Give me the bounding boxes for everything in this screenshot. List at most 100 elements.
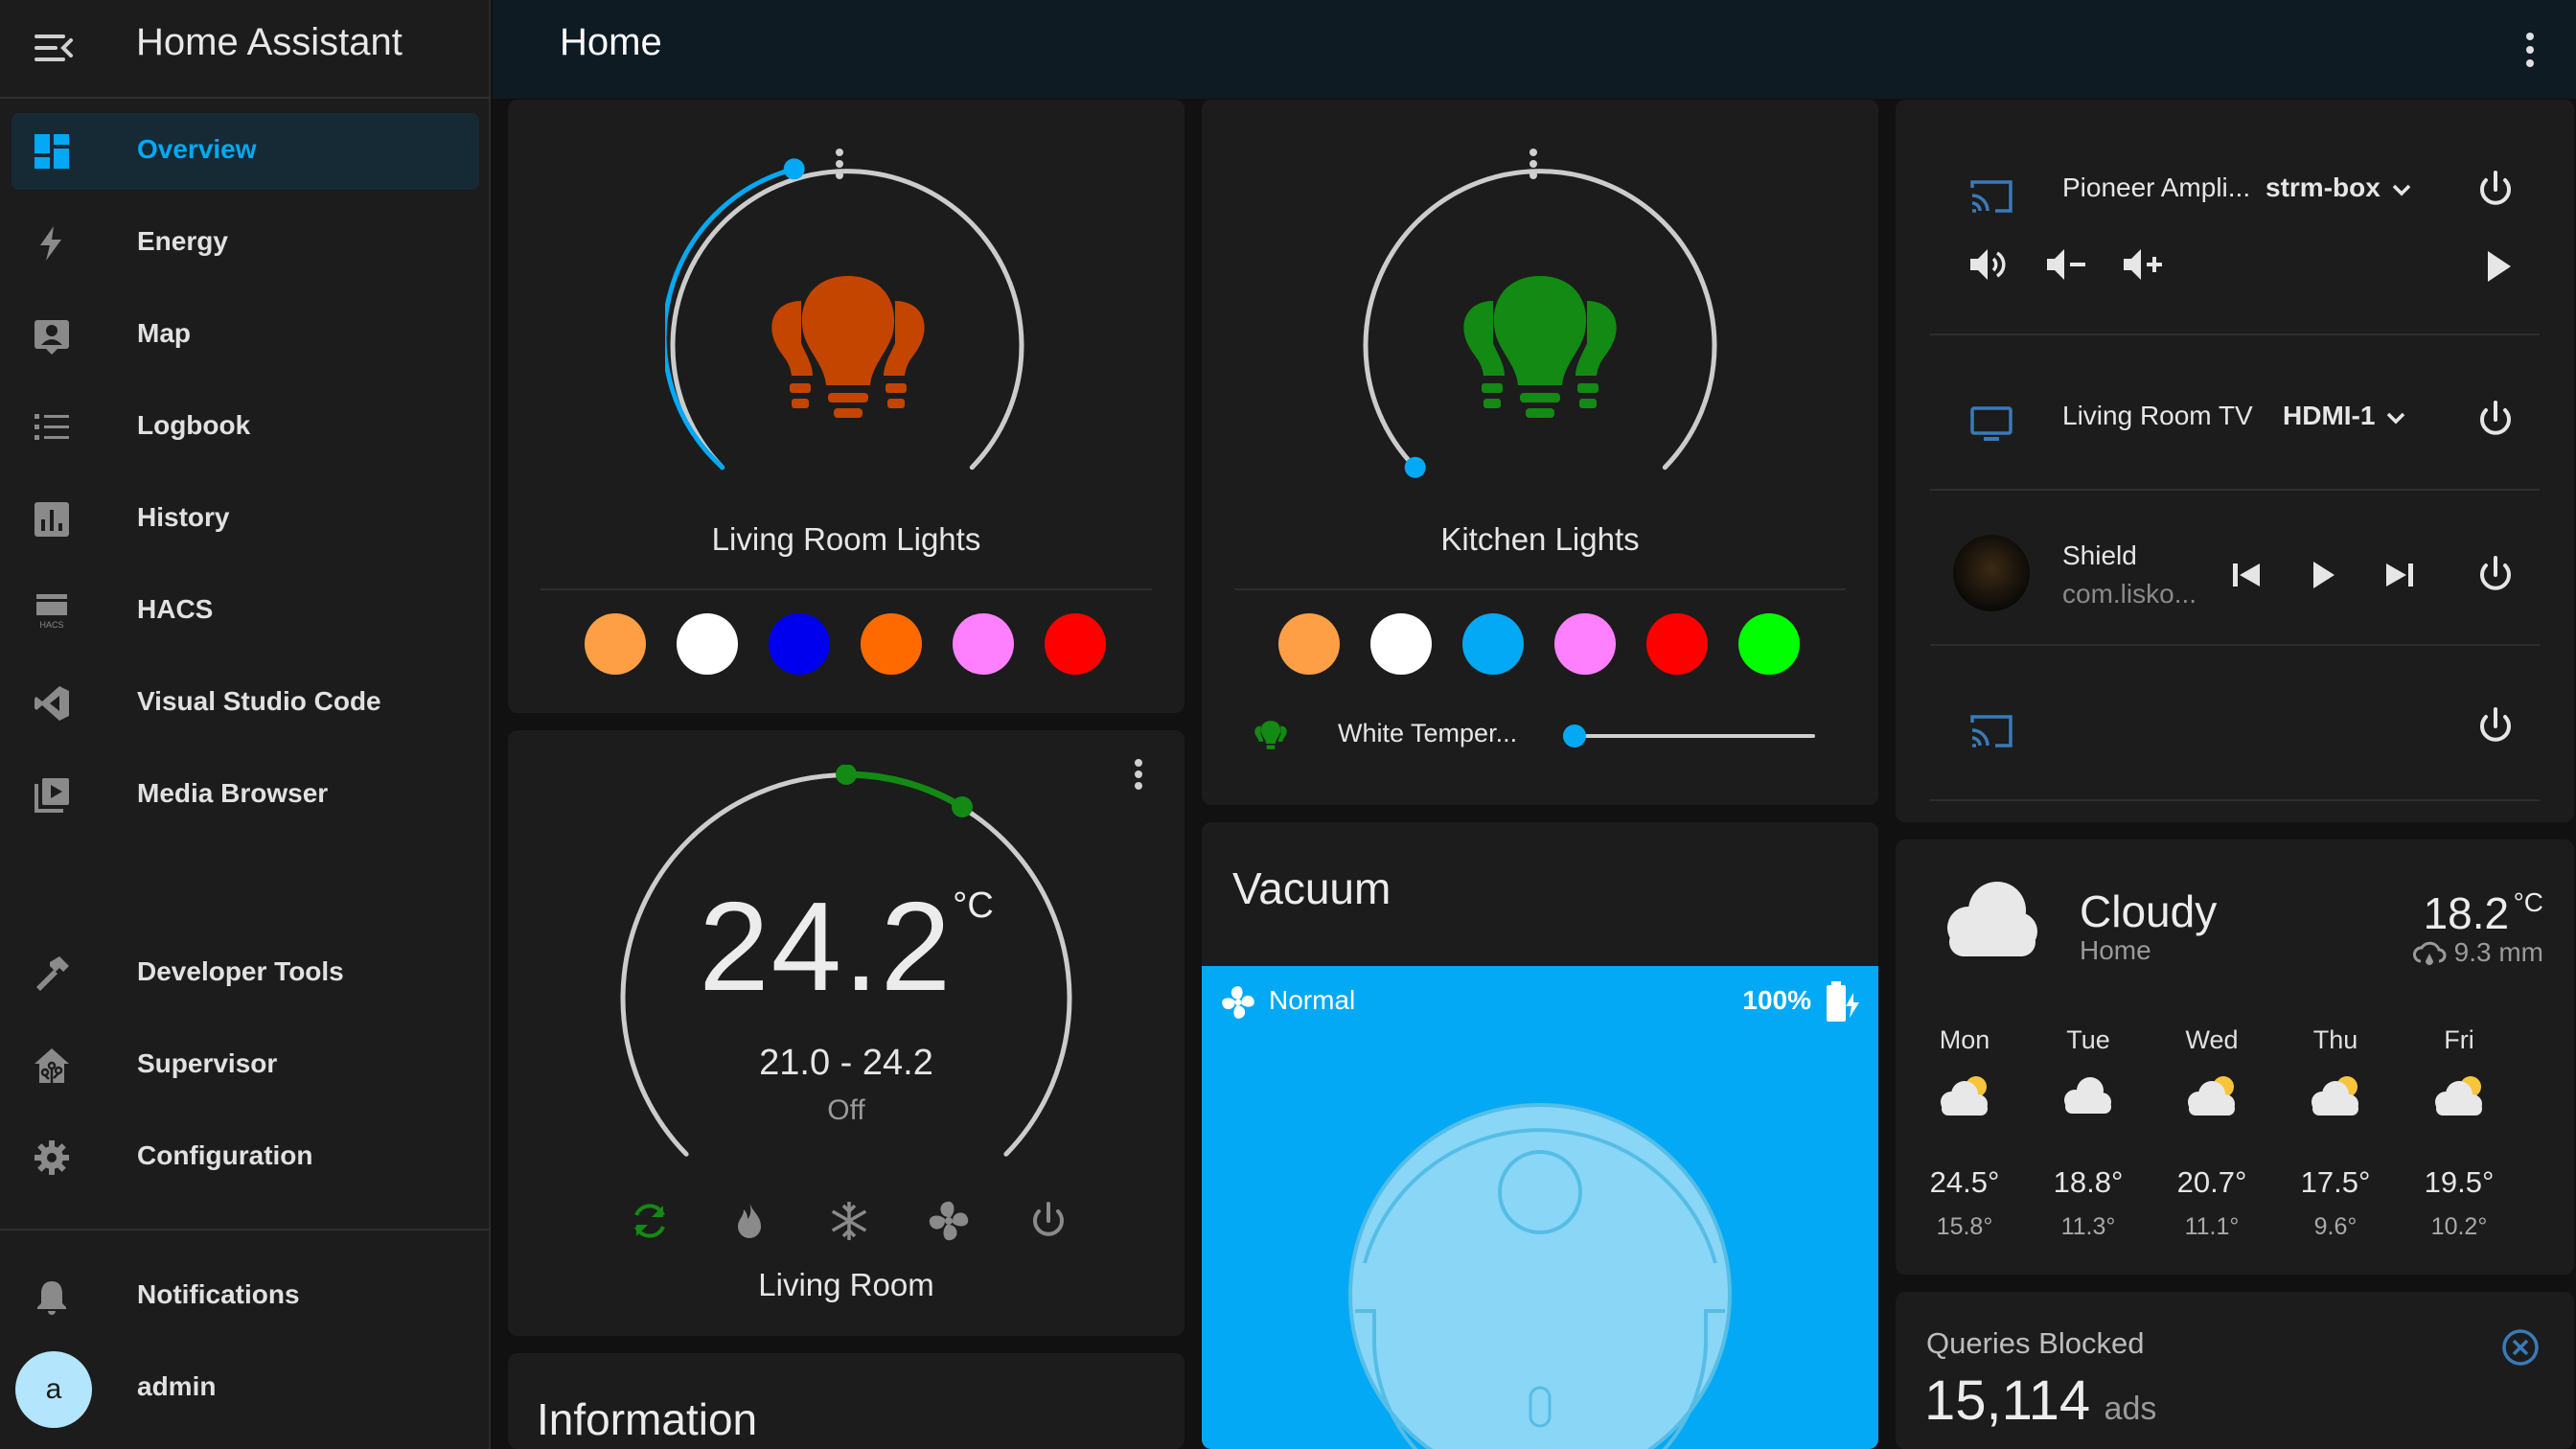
robot-vacuum-image <box>1348 1103 1732 1449</box>
television-icon[interactable] <box>1968 401 2014 447</box>
volume-plus-icon[interactable] <box>2120 242 2166 288</box>
more-vert-icon[interactable] <box>2507 23 2553 77</box>
sidebar-item-configuration[interactable]: Configuration <box>12 1119 479 1196</box>
account-box-icon <box>34 320 69 355</box>
app-title: Home Assistant <box>136 21 402 63</box>
low-setpoint-handle[interactable] <box>836 765 857 785</box>
forecast-high: 19.5° <box>2424 1165 2495 1199</box>
source-select[interactable]: HDMI-1 <box>2283 401 2407 431</box>
sidebar-item-label: Map <box>137 318 191 348</box>
volume-high-icon[interactable] <box>1966 242 2012 288</box>
sensor-label: Queries Blocked <box>1926 1326 2145 1360</box>
source-value: HDMI-1 <box>2283 401 2376 430</box>
sidebar-item-label: Developer Tools <box>137 956 344 986</box>
sidebar-item-map[interactable]: Map <box>12 297 479 374</box>
cast-icon[interactable] <box>1968 172 2014 218</box>
forecast-high: 18.8° <box>2053 1165 2124 1199</box>
vscode-icon <box>34 686 69 721</box>
sidebar: Home Assistant Overview Energy Map Logbo… <box>0 0 491 1449</box>
color-preset-button[interactable] <box>1045 613 1106 675</box>
color-preset-button[interactable] <box>953 613 1014 675</box>
vacuum-card: Vacuum Normal 100% <box>1202 822 1878 1449</box>
partly-cloudy-icon <box>1941 1076 1988 1116</box>
cast-icon[interactable] <box>1968 707 2014 753</box>
forecast-day-name: Thu <box>2312 1025 2358 1054</box>
high-setpoint-handle[interactable] <box>952 796 973 817</box>
white-temperature-slider[interactable] <box>1563 724 1815 748</box>
sidebar-item-energy[interactable]: Energy <box>12 205 479 282</box>
sensor-number: 15,114 <box>1924 1369 2091 1432</box>
sidebar-item-history[interactable]: History <box>12 481 479 558</box>
heat-cool-icon[interactable] <box>627 1198 673 1244</box>
slider-label: White Temper... <box>1338 719 1518 748</box>
partly-cloudy-icon <box>2188 1076 2235 1116</box>
color-preset-button[interactable] <box>769 613 830 675</box>
slider-handle[interactable] <box>1563 724 1586 748</box>
weather-card[interactable]: Cloudy Home 18.2 °C 9.3 mm Mon 24.5° 15.8°… <box>1896 840 2574 1275</box>
color-preset-button[interactable] <box>585 613 646 675</box>
color-preset-button[interactable] <box>861 613 922 675</box>
close-circle-outline-icon <box>2502 1329 2539 1366</box>
power-icon[interactable] <box>2472 167 2518 213</box>
color-preset-button[interactable] <box>1554 613 1616 675</box>
sidebar-item-notifications[interactable]: Notifications <box>12 1258 479 1335</box>
divider <box>540 588 1152 590</box>
sidebar-item-hacs[interactable]: HACS HACS <box>12 573 479 650</box>
color-preset-button[interactable] <box>1278 613 1340 675</box>
queries-blocked-card[interactable]: Queries Blocked 15,114 ads <box>1896 1292 2574 1449</box>
forecast-low: 9.6° <box>2313 1213 2358 1240</box>
forecast-high: 17.5° <box>2300 1165 2371 1199</box>
cog-icon <box>34 1140 69 1175</box>
source-select[interactable]: strm-box <box>2266 172 2413 203</box>
sidebar-item-label: Media Browser <box>137 778 329 808</box>
brightness-handle[interactable] <box>1404 456 1426 478</box>
menu-collapse-icon[interactable] <box>31 25 77 71</box>
chevron-down-icon <box>2392 184 2411 196</box>
power-icon[interactable] <box>2472 397 2518 443</box>
color-preset-button[interactable] <box>1462 613 1524 675</box>
sidebar-item-label: HACS <box>137 594 214 624</box>
fan-icon[interactable] <box>926 1198 972 1244</box>
skip-previous-icon[interactable] <box>2223 552 2269 598</box>
avatar[interactable]: a <box>15 1351 92 1428</box>
color-preset-button[interactable] <box>1646 613 1708 675</box>
fan-speed-label[interactable]: Normal <box>1269 985 1355 1016</box>
power-icon[interactable] <box>2472 552 2518 598</box>
player-name: Shield <box>2062 540 2137 570</box>
sidebar-item-overview[interactable]: Overview <box>12 113 479 190</box>
top-app-bar: Home <box>493 0 2576 99</box>
sidebar-item-visual-studio-code[interactable]: Visual Studio Code <box>12 665 479 742</box>
weather-condition: Cloudy <box>2080 886 2218 936</box>
battery-charging-icon <box>1827 981 1859 1022</box>
volume-minus-icon[interactable] <box>2043 242 2089 288</box>
chevron-down-icon <box>2387 412 2405 425</box>
cloud-rain-icon <box>2412 941 2447 965</box>
sidebar-item-media-browser[interactable]: Media Browser <box>12 757 479 834</box>
power-icon[interactable] <box>2472 703 2518 749</box>
forecast-high: 24.5° <box>1929 1165 2000 1199</box>
fire-icon[interactable] <box>726 1198 772 1244</box>
color-preset-button[interactable] <box>1370 613 1432 675</box>
play-icon[interactable] <box>2300 552 2346 598</box>
temperature-value: 24.2 <box>699 876 954 1017</box>
color-preset-button[interactable] <box>677 613 738 675</box>
color-preset-button[interactable] <box>1738 613 1800 675</box>
sidebar-item-label: Notifications <box>137 1279 300 1309</box>
forecast-high: 20.7° <box>2176 1165 2247 1199</box>
sidebar-item-supervisor[interactable]: Supervisor <box>12 1027 479 1104</box>
card-menu-icon[interactable] <box>1119 751 1158 797</box>
skip-next-icon[interactable] <box>2377 552 2423 598</box>
svg-text:HACS: HACS <box>39 620 63 630</box>
sidebar-item-developer-tools[interactable]: Developer Tools <box>12 935 479 1012</box>
power-icon[interactable] <box>1025 1198 1071 1244</box>
play-icon[interactable] <box>2474 243 2520 289</box>
sensor-unit: ads <box>2104 1391 2157 1427</box>
cloudy-icon <box>1947 882 2037 956</box>
player-subtitle: com.lisko... <box>2062 579 2197 609</box>
sensor-value: 15,114 ads <box>1924 1368 2156 1433</box>
lightbulb-group-icon <box>771 276 925 418</box>
brightness-handle[interactable] <box>783 158 805 180</box>
sidebar-item-logbook[interactable]: Logbook <box>12 389 479 466</box>
temperature-value: 18.2 <box>2423 888 2510 938</box>
snowflake-icon[interactable] <box>826 1198 872 1244</box>
